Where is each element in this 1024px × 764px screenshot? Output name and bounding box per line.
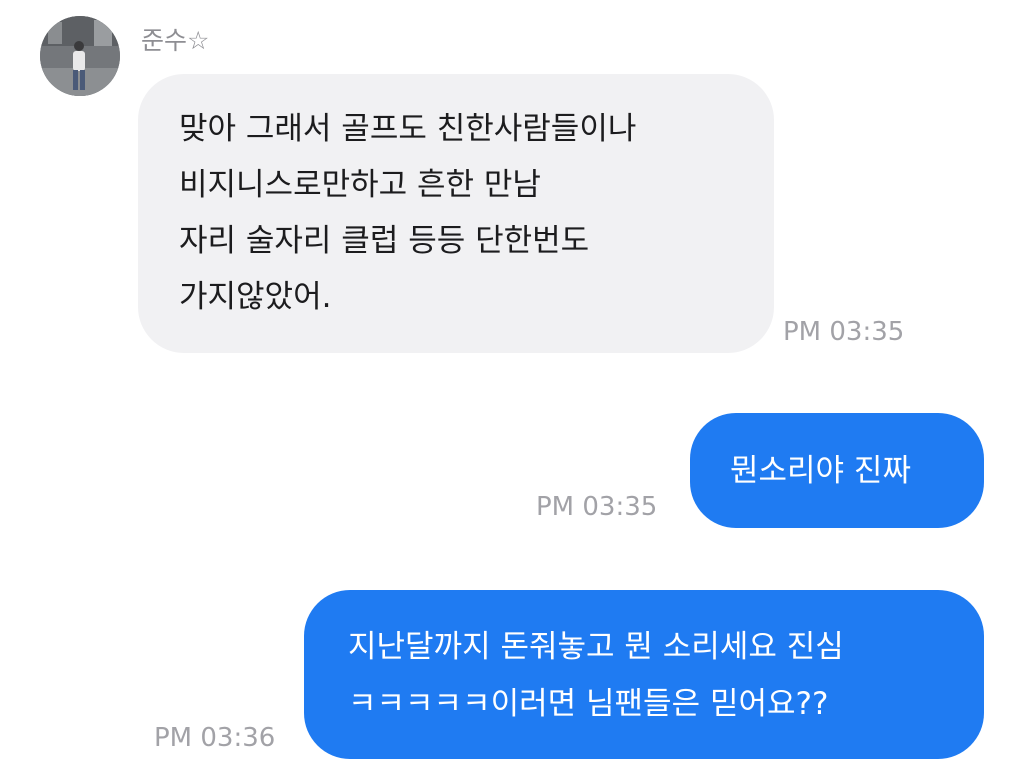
profile-photo-icon [40,16,120,96]
message-text-line: ㅋㅋㅋㅋㅋ이러면 님팬들은 믿어요?? [348,686,829,722]
message-text-line: 비지니스로만하고 흔한 만남 [179,167,541,203]
chat-thread: 준수☆ 맞아 그래서 골프도 친한사람들이나 비지니스로만하고 흔한 만남 자리… [0,0,1024,764]
message-timestamp: PM 03:35 [783,317,905,347]
contact-avatar[interactable] [40,16,120,96]
message-text-line: 지난달까지 돈줘놓고 뭔 소리세요 진심 [348,629,844,665]
message-bubble-outgoing[interactable]: 뭔소리야 진짜 [690,413,984,528]
message-text-line: 자리 술자리 클럽 등등 단한번도 [179,223,590,259]
message-text-line: 맞아 그래서 골프도 친한사람들이나 [179,111,637,147]
contact-name: 준수☆ [141,26,210,55]
message-bubble-incoming[interactable]: 맞아 그래서 골프도 친한사람들이나 비지니스로만하고 흔한 만남 자리 술자리… [138,74,774,353]
message-timestamp: PM 03:36 [154,723,276,753]
message-timestamp: PM 03:35 [536,492,658,522]
message-text-line: 가지않았어. [179,279,332,315]
message-bubble-outgoing[interactable]: 지난달까지 돈줘놓고 뭔 소리세요 진심 ㅋㅋㅋㅋㅋ이러면 님팬들은 믿어요?? [304,590,984,759]
message-text-line: 뭔소리야 진짜 [730,453,911,489]
